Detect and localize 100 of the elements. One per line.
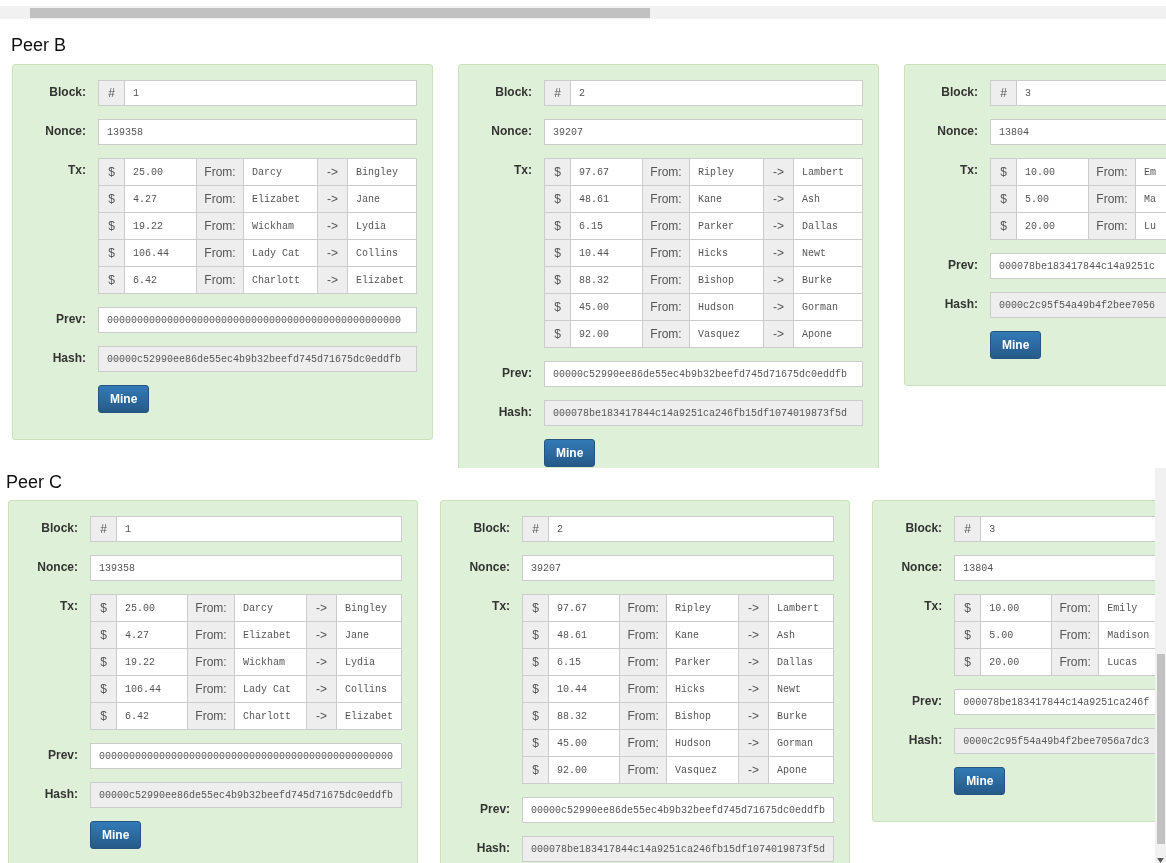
sender-field[interactable]: Charlott: [234, 702, 307, 730]
recipient-field[interactable]: Lambert: [793, 158, 863, 186]
sender-field[interactable]: Bishop: [666, 702, 740, 730]
amount-field[interactable]: 97.67: [548, 594, 621, 622]
amount-field[interactable]: 6.15: [570, 212, 643, 240]
block-number-field[interactable]: 2: [548, 516, 835, 542]
recipient-field[interactable]: Bingley: [347, 158, 417, 186]
recipient-field[interactable]: Dallas: [768, 648, 835, 676]
block-number-field[interactable]: 2: [570, 80, 863, 106]
sender-field[interactable]: Darcy: [243, 158, 318, 186]
previous-hash-field[interactable]: 0000000000000000000000000000000000000000000000000: [90, 743, 403, 769]
block-number-field[interactable]: 3: [1016, 80, 1166, 106]
amount-field[interactable]: 19.22: [116, 648, 188, 676]
block-number-field[interactable]: 1: [116, 516, 403, 542]
sender-field[interactable]: Parker: [666, 648, 740, 676]
recipient-field[interactable]: Dallas: [793, 212, 863, 240]
amount-field[interactable]: 106.44: [124, 239, 197, 267]
horizontal-scrollbar[interactable]: [0, 6, 1166, 19]
amount-field[interactable]: 5.00: [980, 621, 1053, 649]
recipient-field[interactable]: Jane: [347, 185, 417, 213]
sender-field[interactable]: Madison: [1098, 621, 1155, 649]
amount-field[interactable]: 4.27: [124, 185, 197, 213]
recipient-field[interactable]: Collins: [347, 239, 417, 267]
recipient-field[interactable]: Apone: [768, 756, 835, 784]
amount-field[interactable]: 88.32: [570, 266, 643, 294]
sender-field[interactable]: Vasquez: [666, 756, 740, 784]
mine-button[interactable]: Mine: [90, 821, 142, 849]
recipient-field[interactable]: Ash: [793, 185, 863, 213]
recipient-field[interactable]: Bingley: [336, 594, 403, 622]
nonce-field[interactable]: 13804: [990, 119, 1166, 145]
sender-field[interactable]: Vasquez: [689, 320, 764, 348]
recipient-field[interactable]: Jane: [336, 621, 403, 649]
scroll-down-arrow-icon[interactable]: [1157, 858, 1164, 863]
sender-field[interactable]: Ma: [1135, 185, 1166, 213]
recipient-field[interactable]: Burke: [793, 266, 863, 294]
recipient-field[interactable]: Elizabet: [347, 266, 417, 294]
amount-field[interactable]: 45.00: [570, 293, 643, 321]
amount-field[interactable]: 25.00: [124, 158, 197, 186]
recipient-field[interactable]: Lydia: [347, 212, 417, 240]
nonce-field[interactable]: 39207: [544, 119, 863, 145]
recipient-field[interactable]: Newt: [768, 675, 835, 703]
sender-field[interactable]: Wickham: [243, 212, 318, 240]
sender-field[interactable]: Hicks: [666, 675, 740, 703]
amount-field[interactable]: 48.61: [570, 185, 643, 213]
previous-hash-field[interactable]: 00000c52990ee86de55ec4b9b32beefd745d71675dc0eddfb: [522, 797, 835, 823]
block-number-field[interactable]: 3: [980, 516, 1155, 542]
mine-button[interactable]: Mine: [954, 767, 1006, 795]
amount-field[interactable]: 45.00: [548, 729, 621, 757]
vertical-scrollbar[interactable]: [1155, 468, 1166, 863]
recipient-field[interactable]: Apone: [793, 320, 863, 348]
recipient-field[interactable]: Burke: [768, 702, 835, 730]
amount-field[interactable]: 106.44: [116, 675, 188, 703]
sender-field[interactable]: Hudson: [666, 729, 740, 757]
recipient-field[interactable]: Gorman: [793, 293, 863, 321]
mine-button[interactable]: Mine: [544, 439, 596, 467]
nonce-field[interactable]: 139358: [90, 555, 403, 581]
previous-hash-field[interactable]: 000078be183417844c14a9251c: [990, 253, 1166, 279]
recipient-field[interactable]: Elizabet: [336, 702, 403, 730]
sender-field[interactable]: Lady Cat: [234, 675, 307, 703]
recipient-field[interactable]: Lydia: [336, 648, 403, 676]
sender-field[interactable]: Emily: [1098, 594, 1155, 622]
recipient-field[interactable]: Ash: [768, 621, 835, 649]
amount-field[interactable]: 10.00: [1016, 158, 1089, 186]
amount-field[interactable]: 88.32: [548, 702, 621, 730]
sender-field[interactable]: Charlott: [243, 266, 318, 294]
amount-field[interactable]: 20.00: [1016, 212, 1089, 240]
amount-field[interactable]: 19.22: [124, 212, 197, 240]
recipient-field[interactable]: Newt: [793, 239, 863, 267]
amount-field[interactable]: 4.27: [116, 621, 188, 649]
amount-field[interactable]: 10.00: [980, 594, 1053, 622]
amount-field[interactable]: 6.42: [116, 702, 188, 730]
sender-field[interactable]: Ripley: [666, 594, 740, 622]
previous-hash-field[interactable]: 0000000000000000000000000000000000000000000000000: [98, 307, 417, 333]
amount-field[interactable]: 20.00: [980, 648, 1053, 676]
sender-field[interactable]: Lu: [1135, 212, 1166, 240]
mine-button[interactable]: Mine: [990, 331, 1042, 359]
sender-field[interactable]: Bishop: [689, 266, 764, 294]
sender-field[interactable]: Parker: [689, 212, 764, 240]
amount-field[interactable]: 48.61: [548, 621, 621, 649]
sender-field[interactable]: Lady Cat: [243, 239, 318, 267]
sender-field[interactable]: Hudson: [689, 293, 764, 321]
sender-field[interactable]: Darcy: [234, 594, 307, 622]
amount-field[interactable]: 6.15: [548, 648, 621, 676]
amount-field[interactable]: 5.00: [1016, 185, 1089, 213]
sender-field[interactable]: Kane: [689, 185, 764, 213]
mine-button[interactable]: Mine: [98, 385, 150, 413]
amount-field[interactable]: 97.67: [570, 158, 643, 186]
sender-field[interactable]: Lucas: [1098, 648, 1155, 676]
sender-field[interactable]: Em: [1135, 158, 1166, 186]
amount-field[interactable]: 6.42: [124, 266, 197, 294]
sender-field[interactable]: Elizabet: [243, 185, 318, 213]
amount-field[interactable]: 25.00: [116, 594, 188, 622]
amount-field[interactable]: 92.00: [548, 756, 621, 784]
recipient-field[interactable]: Lambert: [768, 594, 835, 622]
previous-hash-field[interactable]: 000078be183417844c14a9251ca246f: [954, 689, 1155, 715]
sender-field[interactable]: Wickham: [234, 648, 307, 676]
amount-field[interactable]: 92.00: [570, 320, 643, 348]
nonce-field[interactable]: 139358: [98, 119, 417, 145]
recipient-field[interactable]: Gorman: [768, 729, 835, 757]
block-number-field[interactable]: 1: [124, 80, 417, 106]
